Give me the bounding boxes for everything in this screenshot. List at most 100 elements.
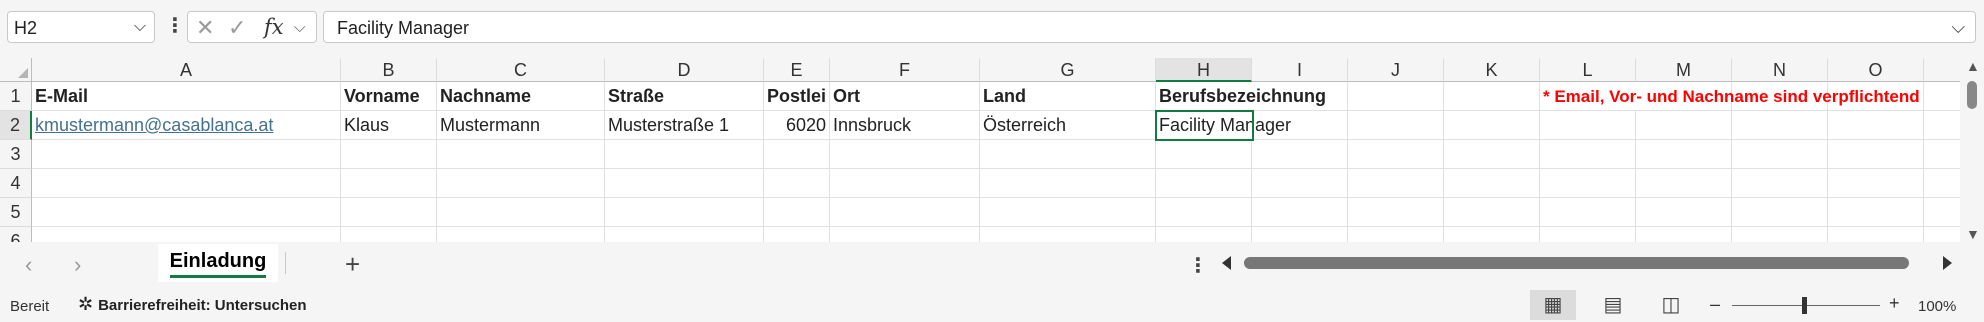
empty-cell[interactable] [341,140,437,169]
empty-cell[interactable] [1732,111,1828,140]
empty-cell[interactable] [341,169,437,198]
empty-cell[interactable] [341,198,437,227]
empty-cell[interactable] [1156,227,1252,242]
zoom-out-icon[interactable]: – [1710,294,1720,315]
cell-g2[interactable]: Österreich [980,111,1156,140]
zoom-level[interactable]: 100% [1918,298,1956,315]
close-icon[interactable]: ✕ [196,15,214,41]
empty-cell[interactable] [830,140,980,169]
empty-cell[interactable] [605,227,764,242]
empty-cell[interactable] [1828,140,1924,169]
empty-cell[interactable] [1156,169,1252,198]
row-header-1[interactable]: 1 [0,82,32,111]
row-header-2[interactable]: 2 [0,111,32,140]
column-header-c[interactable]: C [437,58,605,82]
sheet-tab-einladung[interactable]: Einladung [158,244,278,282]
scroll-up-icon[interactable]: ▲ [1966,58,1980,74]
empty-cell[interactable] [1348,227,1444,242]
insert-function-icon[interactable]: fx [264,15,284,39]
empty-cell[interactable] [1252,169,1348,198]
empty-cell[interactable] [1924,198,1960,227]
empty-cell[interactable] [1348,140,1444,169]
chevron-left-icon[interactable]: ‹ [25,252,32,278]
empty-cell[interactable] [341,227,437,242]
empty-cell[interactable] [1636,111,1732,140]
cell-d2[interactable]: Musterstraße 1 [605,111,764,140]
check-icon[interactable]: ✓ [228,15,246,41]
empty-cell[interactable] [1444,227,1540,242]
empty-cell[interactable] [32,227,341,242]
vertical-scroll-thumb[interactable] [1967,81,1977,109]
page-layout-view-button[interactable]: ▤ [1590,290,1636,320]
empty-cell[interactable] [830,198,980,227]
empty-cell[interactable] [830,227,980,242]
cell-a2[interactable]: kmustermann@casablanca.at [32,111,341,140]
empty-cell[interactable] [437,169,605,198]
empty-cell[interactable] [1924,169,1960,198]
add-sheet-icon[interactable]: + [345,249,360,280]
cell-c2[interactable]: Mustermann [437,111,605,140]
column-header-j[interactable]: J [1348,58,1444,82]
empty-cell[interactable] [1732,198,1828,227]
normal-view-button[interactable]: ▦ [1530,290,1576,320]
cell-h2[interactable]: Facility Manager [1156,111,1291,140]
scroll-right-icon[interactable] [1943,256,1952,270]
cell-d1[interactable]: Straße [605,82,764,111]
empty-cell[interactable] [1348,198,1444,227]
cell-h1[interactable]: Berufsbezeichnung [1156,82,1326,111]
cell-f1[interactable]: Ort [830,82,980,111]
more-options-icon[interactable]: ⋮ [165,13,185,38]
empty-cell[interactable] [1924,140,1960,169]
cell-b1[interactable]: Vorname [341,82,437,111]
page-break-view-button[interactable]: ◫ [1648,290,1694,320]
column-header-p[interactable] [1924,58,1960,82]
empty-cell[interactable] [1252,227,1348,242]
empty-cell[interactable] [1156,198,1252,227]
empty-cell[interactable] [980,227,1156,242]
empty-cell[interactable] [32,198,341,227]
empty-cell[interactable] [1540,198,1636,227]
name-box[interactable]: H2 ⌵ [7,11,155,43]
empty-cell[interactable] [1252,198,1348,227]
empty-cell[interactable] [1348,111,1444,140]
cell-l1[interactable]: * Email, Vor- und Nachname sind verpflic… [1540,82,1920,111]
scroll-down-icon[interactable]: ▼ [1966,226,1980,242]
column-header-h[interactable]: H [1156,58,1252,82]
scroll-left-icon[interactable] [1222,256,1231,270]
empty-cell[interactable] [1732,227,1828,242]
empty-cell[interactable] [830,169,980,198]
column-header-f[interactable]: F [830,58,980,82]
row-header-5[interactable]: 5 [0,198,32,227]
row-header-4[interactable]: 4 [0,169,32,198]
empty-cell[interactable] [1444,169,1540,198]
empty-cell[interactable] [1540,169,1636,198]
empty-cell[interactable] [1348,82,1444,111]
column-header-l[interactable]: L [1540,58,1636,82]
column-header-d[interactable]: D [605,58,764,82]
formula-input[interactable]: Facility Manager ⌵ [323,11,1976,43]
empty-cell[interactable] [1444,198,1540,227]
column-header-i[interactable]: I [1252,58,1348,82]
empty-cell[interactable] [1828,111,1924,140]
empty-cell[interactable] [437,227,605,242]
empty-cell[interactable] [1540,140,1636,169]
empty-cell[interactable] [1924,111,1960,140]
empty-cell[interactable] [437,198,605,227]
empty-cell[interactable] [1732,169,1828,198]
chevron-down-icon[interactable]: ⌵ [134,18,146,36]
chevron-down-icon[interactable]: ⌵ [294,19,305,36]
empty-cell[interactable] [980,169,1156,198]
empty-cell[interactable] [1636,140,1732,169]
empty-cell[interactable] [1444,82,1540,111]
cell-g1[interactable]: Land [980,82,1156,111]
column-header-k[interactable]: K [1444,58,1540,82]
empty-cell[interactable] [605,198,764,227]
row-header-6[interactable]: 6 [0,227,32,242]
select-all-button[interactable] [0,58,32,82]
worksheet-grid[interactable]: A B C D E F G H I J K L M N O 1 2 3 4 5 … [0,58,1960,242]
empty-cell[interactable] [605,169,764,198]
column-header-a[interactable]: A [32,58,341,82]
column-header-o[interactable]: O [1828,58,1924,82]
empty-cell[interactable] [605,140,764,169]
cell-a1[interactable]: E-Mail [32,82,341,111]
